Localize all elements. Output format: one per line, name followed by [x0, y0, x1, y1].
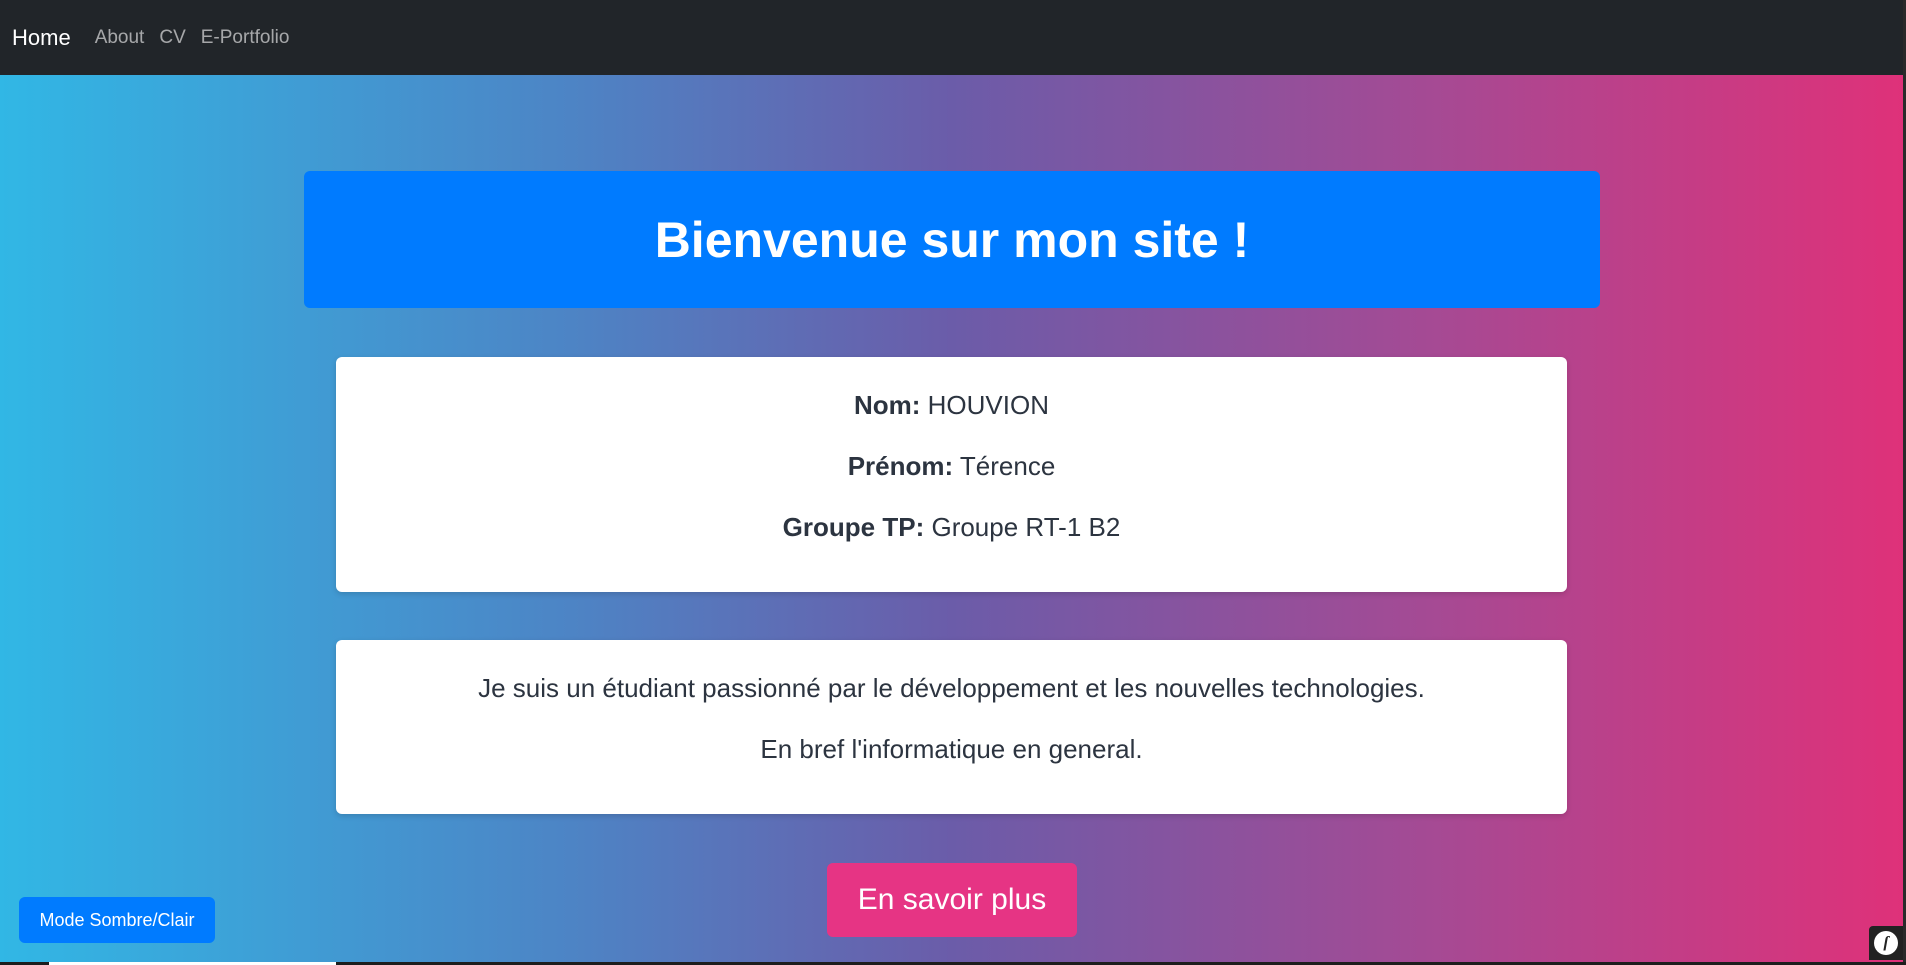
top-navbar: Home About CV E-Portfolio [0, 0, 1906, 75]
nom-row: Nom: HOUVION [336, 390, 1567, 421]
welcome-banner: Bienvenue sur mon site ! [304, 171, 1600, 308]
nav-cv-link[interactable]: CV [159, 27, 185, 49]
prenom-value: Térence [959, 451, 1056, 481]
nav-eportfolio-link[interactable]: E-Portfolio [201, 27, 290, 49]
groupe-value: Groupe RT-1 B2 [931, 512, 1121, 542]
page-title: Bienvenue sur mon site ! [654, 211, 1250, 268]
groupe-label: Groupe TP: [782, 512, 925, 542]
prenom-label: Prénom: [847, 451, 954, 481]
nom-value: HOUVION [927, 390, 1049, 420]
nav-home-link[interactable]: Home [12, 25, 71, 51]
about-line-2: En bref l'informatique en general. [760, 734, 1143, 764]
prenom-row: Prénom: Térence [336, 451, 1567, 482]
symfony-logo-icon: ſ [1874, 931, 1898, 955]
nom-label: Nom: [853, 390, 921, 420]
about-card: Je suis un étudiant passionné par le dév… [336, 640, 1567, 814]
learn-more-button[interactable]: En savoir plus [827, 863, 1077, 937]
identity-card: Nom: HOUVION Prénom: Térence Groupe TP: … [336, 357, 1567, 592]
nav-about-link[interactable]: About [95, 27, 145, 49]
about-line-1: Je suis un étudiant passionné par le dév… [478, 673, 1425, 703]
groupe-row: Groupe TP: Groupe RT-1 B2 [336, 512, 1567, 543]
symfony-debug-toolbar[interactable]: ſ [1869, 926, 1903, 960]
dark-light-mode-toggle[interactable]: Mode Sombre/Clair [19, 897, 215, 943]
